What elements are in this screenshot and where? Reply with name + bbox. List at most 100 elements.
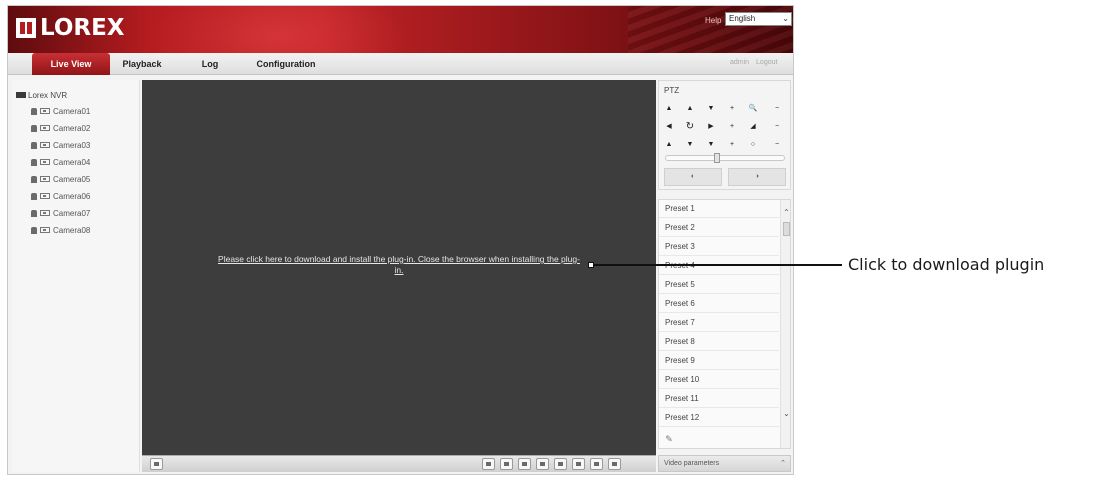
logout-link[interactable]: Logout <box>756 59 777 66</box>
preset-item[interactable]: Preset 12 <box>659 409 779 427</box>
zoom-out-button[interactable]: − <box>771 103 783 115</box>
iris-close-button[interactable]: − <box>771 139 783 151</box>
preset-item[interactable]: Preset 11 <box>659 390 779 408</box>
camera-item[interactable]: Camera02 <box>31 122 90 134</box>
preset-item[interactable]: Preset 9 <box>659 352 779 370</box>
ptz-down-button[interactable]: ▼ <box>684 139 696 151</box>
live-video-area[interactable]: Please click here to download and instal… <box>142 80 656 455</box>
main-nav: Live View Playback Log Configuration adm… <box>8 53 793 75</box>
preset-settings-icon[interactable]: ✎ <box>663 433 675 445</box>
ptz-up-right-button[interactable]: ▼ <box>705 103 717 115</box>
iris-icon[interactable]: ○ <box>747 139 759 151</box>
camera-item[interactable]: Camera06 <box>31 190 90 202</box>
wiper-button[interactable]: ◑ <box>728 168 786 186</box>
tree-root-nvr[interactable]: Lorex NVR <box>16 89 67 101</box>
focus-in-button[interactable]: + <box>726 121 738 133</box>
username-link[interactable]: admin <box>730 59 749 66</box>
camera-icon <box>40 227 50 233</box>
record-status-icon <box>31 192 37 200</box>
tab-live-view[interactable]: Live View <box>32 53 110 75</box>
auto-scan-icon[interactable]: ↻ <box>684 121 696 133</box>
chevron-up-icon[interactable]: ⌃ <box>782 208 790 217</box>
language-select[interactable]: English ⌄ <box>725 12 792 26</box>
record-status-icon <box>31 124 37 132</box>
tab-log[interactable]: Log <box>190 53 230 75</box>
ptz-up-left-button[interactable]: ▲ <box>663 103 675 115</box>
camera-label: Camera07 <box>53 208 91 218</box>
light-button[interactable]: ◐ <box>664 168 722 186</box>
record-icon[interactable] <box>518 458 531 470</box>
user-links: admin Logout <box>730 59 782 66</box>
video-toolbar <box>142 455 656 472</box>
preset-item[interactable]: Preset 1 <box>659 200 779 218</box>
volume-icon[interactable] <box>608 458 621 470</box>
ptz-up-button[interactable]: ▲ <box>684 103 696 115</box>
camera-label: Camera01 <box>53 106 91 116</box>
callout-line <box>590 264 842 266</box>
zoom-icon[interactable]: 🔍 <box>747 103 759 115</box>
record-status-icon <box>31 175 37 183</box>
camera-item[interactable]: Camera08 <box>31 224 90 236</box>
ptz-down-right-button[interactable]: ▼ <box>705 139 717 151</box>
camera-item[interactable]: Camera03 <box>31 139 90 151</box>
record-status-icon <box>31 158 37 166</box>
microphone-icon[interactable] <box>590 458 603 470</box>
prev-page-icon[interactable] <box>554 458 567 470</box>
camera-item[interactable]: Camera01 <box>31 105 90 117</box>
capture-icon[interactable] <box>500 458 513 470</box>
stop-all-icon[interactable] <box>482 458 495 470</box>
lorex-logo: LOREX <box>16 15 125 41</box>
ptz-left-button[interactable]: ◀ <box>663 121 675 133</box>
camera-item[interactable]: Camera07 <box>31 207 90 219</box>
tree-root-label: Lorex NVR <box>28 90 68 100</box>
preset-item[interactable]: Preset 5 <box>659 276 779 294</box>
preset-item[interactable]: Preset 2 <box>659 219 779 237</box>
preset-item[interactable]: Preset 8 <box>659 333 779 351</box>
ptz-down-left-button[interactable]: ▲ <box>663 139 675 151</box>
tab-configuration[interactable]: Configuration <box>246 53 326 75</box>
camera-icon <box>40 159 50 165</box>
header-decoration <box>148 6 408 53</box>
iris-open-button[interactable]: + <box>726 139 738 151</box>
focus-icon[interactable]: ◢ <box>747 121 759 133</box>
chevron-down-icon: ⌄ <box>782 14 789 23</box>
chevron-down-icon[interactable]: ⌄ <box>782 409 790 418</box>
scrollbar-thumb[interactable] <box>783 222 790 236</box>
logo-text: LOREX <box>40 15 125 41</box>
focus-out-button[interactable]: − <box>771 121 783 133</box>
ptz-row: ▲ ▲ ▼ + 🔍 − <box>663 103 788 115</box>
preset-item[interactable]: Preset 7 <box>659 314 779 332</box>
window-layout-icon[interactable] <box>150 458 163 470</box>
download-plugin-link[interactable]: Please click here to download and instal… <box>214 254 584 276</box>
camera-icon <box>40 142 50 148</box>
camera-label: Camera02 <box>53 123 91 133</box>
nvr-icon <box>16 92 26 98</box>
record-status-icon <box>31 226 37 234</box>
preset-item[interactable]: Preset 10 <box>659 371 779 389</box>
zoom-in-button[interactable]: + <box>726 103 738 115</box>
slider-handle[interactable] <box>714 153 720 163</box>
video-parameters-bar[interactable]: Video parameters ⌃ <box>658 455 791 472</box>
preset-item[interactable]: Preset 4 <box>659 257 779 275</box>
record-status-icon <box>31 209 37 217</box>
next-page-icon[interactable] <box>572 458 585 470</box>
preset-item[interactable]: Preset 3 <box>659 238 779 256</box>
ptz-right-button[interactable]: ▶ <box>705 121 717 133</box>
nvr-web-client: LOREX Help English ⌄ Live View Playback … <box>7 5 794 475</box>
help-link[interactable]: Help <box>705 16 721 25</box>
tab-playback[interactable]: Playback <box>112 53 172 75</box>
zoom-icon[interactable] <box>536 458 549 470</box>
chevron-up-icon: ⌃ <box>780 460 786 467</box>
camera-label: Camera04 <box>53 157 91 167</box>
camera-label: Camera05 <box>53 174 91 184</box>
camera-label: Camera06 <box>53 191 91 201</box>
ptz-speed-slider[interactable] <box>665 153 785 163</box>
camera-item[interactable]: Camera05 <box>31 173 90 185</box>
camera-item[interactable]: Camera04 <box>31 156 90 168</box>
header-bar: LOREX Help English ⌄ <box>8 6 793 53</box>
lorex-logo-icon <box>16 18 36 38</box>
preset-scrollbar[interactable]: ⌃ ⌄ <box>780 200 790 448</box>
preset-item[interactable]: Preset 6 <box>659 295 779 313</box>
callout-label: Click to download plugin <box>848 255 1045 274</box>
record-status-icon <box>31 141 37 149</box>
